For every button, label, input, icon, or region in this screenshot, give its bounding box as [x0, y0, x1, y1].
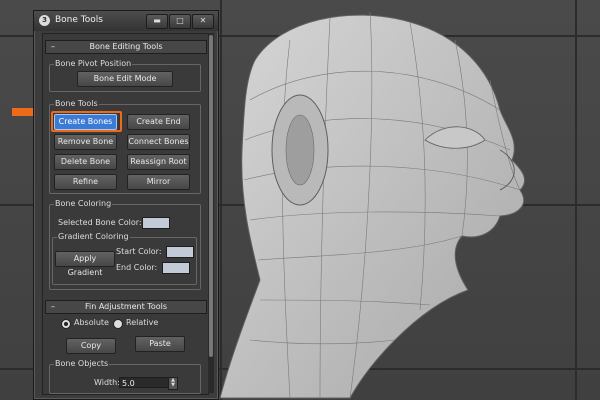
head-silhouette	[219, 14, 525, 399]
rollout-bone-editing-tools[interactable]: – Bone Editing Tools	[45, 40, 207, 54]
group-gradient-coloring: Gradient Coloring Apply Gradient Start C…	[52, 232, 197, 285]
rollout-title: Fin Adjustment Tools	[84, 302, 168, 311]
close-button[interactable]: ✕	[192, 14, 214, 29]
tools-panel: – Bone Editing Tools Bone Pivot Position…	[42, 33, 209, 395]
end-color-label: End Color:	[116, 263, 158, 272]
group-bone-objects: Bone Objects Width: 5.0 ▲ ▼	[49, 359, 201, 394]
group-bone-coloring: Bone Coloring Selected Bone Color: Gradi…	[49, 199, 201, 290]
panel-scrollbar[interactable]	[208, 33, 214, 393]
create-bones-button[interactable]: Create Bones	[54, 114, 117, 130]
create-end-button[interactable]: Create End	[127, 114, 190, 130]
ear-inner	[285, 114, 315, 186]
group-label: Bone Tools	[54, 99, 99, 109]
delete-bone-button[interactable]: Delete Bone	[54, 154, 117, 170]
absolute-radio[interactable]	[61, 319, 71, 329]
maximize-button[interactable]: □	[169, 14, 191, 29]
group-label: Gradient Coloring	[57, 232, 130, 242]
selected-bone-color-label: Selected Bone Color:	[58, 218, 142, 227]
rollout-title: Bone Editing Tools	[89, 42, 163, 51]
absolute-label: Absolute	[74, 318, 109, 327]
remove-bone-button[interactable]: Remove Bone	[54, 134, 117, 150]
refine-button[interactable]: Refine	[54, 174, 117, 190]
width-spinner[interactable]: 5.0	[119, 377, 169, 388]
spinner-arrows-icon[interactable]: ▲ ▼	[168, 377, 178, 390]
group-label: Bone Objects	[54, 359, 110, 369]
head-mesh-model[interactable]	[200, 0, 600, 400]
group-label: Bone Coloring	[54, 199, 113, 209]
rollout-fin-adjustment-tools[interactable]: – Fin Adjustment Tools	[45, 300, 207, 314]
bone-tools-window[interactable]: 3 Bone Tools ▬ □ ✕ – Bone Editing Tools …	[33, 10, 219, 400]
width-label: Width:	[94, 378, 120, 387]
group-label: Bone Pivot Position	[54, 59, 133, 69]
mirror-button[interactable]: Mirror	[127, 174, 190, 190]
reassign-root-button[interactable]: Reassign Root	[127, 154, 190, 170]
start-color-label: Start Color:	[116, 247, 162, 256]
end-color-swatch[interactable]	[162, 262, 190, 274]
minimize-button[interactable]: ▬	[146, 14, 168, 29]
3ds-max-logo-icon: 3	[39, 15, 50, 26]
apply-gradient-button[interactable]: Apply Gradient	[55, 251, 115, 277]
connect-bones-button[interactable]: Connect Bones	[127, 134, 190, 150]
title-bar[interactable]: 3 Bone Tools ▬ □ ✕	[34, 11, 218, 31]
paste-button[interactable]: Paste	[135, 336, 185, 352]
relative-radio[interactable]	[113, 319, 123, 329]
copy-button[interactable]: Copy	[66, 338, 116, 354]
bone-edit-mode-button[interactable]: Bone Edit Mode	[77, 71, 173, 87]
selected-bone-color-swatch[interactable]	[142, 217, 170, 229]
scrollbar-thumb[interactable]	[209, 35, 213, 357]
group-bone-tools: Bone Tools Create Bones Create End Remov…	[49, 99, 201, 194]
window-title: Bone Tools	[55, 15, 103, 25]
relative-label: Relative	[126, 318, 159, 327]
start-color-swatch[interactable]	[166, 246, 194, 258]
group-bone-pivot-position: Bone Pivot Position Bone Edit Mode	[49, 59, 201, 92]
